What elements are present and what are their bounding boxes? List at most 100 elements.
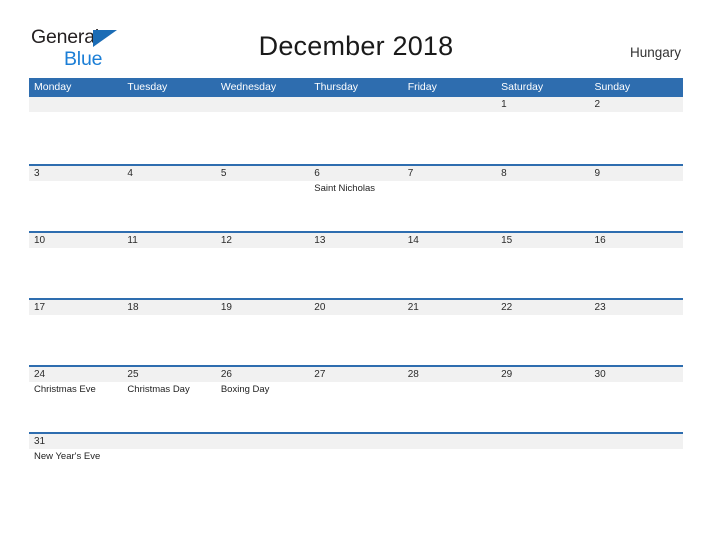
day-number[interactable]: [122, 97, 215, 112]
day-number[interactable]: 6: [309, 166, 402, 181]
day-event[interactable]: [309, 315, 402, 365]
day-number[interactable]: 26: [216, 367, 309, 382]
day-number[interactable]: 5: [216, 166, 309, 181]
day-event[interactable]: [496, 181, 589, 231]
day-number[interactable]: [403, 97, 496, 112]
day-event[interactable]: [496, 449, 589, 499]
day-event[interactable]: [29, 315, 122, 365]
day-event[interactable]: [29, 248, 122, 298]
day-number[interactable]: 7: [403, 166, 496, 181]
day-event[interactable]: Christmas Day: [122, 382, 215, 432]
day-event[interactable]: [403, 382, 496, 432]
day-number[interactable]: 19: [216, 300, 309, 315]
day-number[interactable]: [309, 97, 402, 112]
day-event[interactable]: [122, 315, 215, 365]
day-event[interactable]: [122, 112, 215, 162]
day-number[interactable]: 8: [496, 166, 589, 181]
day-event[interactable]: [590, 382, 683, 432]
day-number[interactable]: 2: [590, 97, 683, 112]
day-number[interactable]: 29: [496, 367, 589, 382]
weekday-tuesday: Tuesday: [127, 81, 168, 93]
day-number[interactable]: 18: [122, 300, 215, 315]
day-number[interactable]: 28: [403, 367, 496, 382]
day-event[interactable]: [590, 112, 683, 162]
day-number[interactable]: [29, 97, 122, 112]
day-event[interactable]: [590, 248, 683, 298]
day-event[interactable]: [122, 181, 215, 231]
week-number-row: 31: [29, 434, 683, 449]
day-number[interactable]: 16: [590, 233, 683, 248]
week-number-row: 17 18 19 20 21 22 23: [29, 300, 683, 315]
week-row: 17 18 19 20 21 22 23: [29, 298, 683, 365]
day-event[interactable]: Christmas Eve: [29, 382, 122, 432]
day-number[interactable]: 11: [122, 233, 215, 248]
day-event[interactable]: [403, 181, 496, 231]
day-event[interactable]: [122, 449, 215, 499]
weekday-saturday: Saturday: [501, 81, 544, 93]
day-number[interactable]: 12: [216, 233, 309, 248]
day-event[interactable]: [496, 248, 589, 298]
day-event[interactable]: [496, 315, 589, 365]
week-row: 1 2: [29, 97, 683, 164]
week-row: 10 11 12 13 14 15 16: [29, 231, 683, 298]
day-number[interactable]: 31: [29, 434, 122, 449]
day-number[interactable]: [216, 434, 309, 449]
day-event[interactable]: [403, 315, 496, 365]
day-number[interactable]: [122, 434, 215, 449]
day-event[interactable]: Boxing Day: [216, 382, 309, 432]
day-number[interactable]: 17: [29, 300, 122, 315]
day-number[interactable]: 9: [590, 166, 683, 181]
day-event[interactable]: Saint Nicholas: [309, 181, 402, 231]
day-event[interactable]: [216, 248, 309, 298]
day-event[interactable]: [216, 181, 309, 231]
day-number[interactable]: [309, 434, 402, 449]
day-number[interactable]: 23: [590, 300, 683, 315]
day-number[interactable]: 21: [403, 300, 496, 315]
day-number[interactable]: 24: [29, 367, 122, 382]
day-number[interactable]: 25: [122, 367, 215, 382]
week-event-row: [29, 112, 683, 162]
day-event[interactable]: [590, 181, 683, 231]
page-header: General Blue December 2018 Hungary: [0, 0, 712, 68]
day-number[interactable]: [403, 434, 496, 449]
day-event[interactable]: [216, 449, 309, 499]
weekday-thursday: Thursday: [314, 81, 359, 93]
day-number[interactable]: 30: [590, 367, 683, 382]
day-event[interactable]: New Year's Eve: [29, 449, 122, 499]
week-number-row: 3 4 5 6 7 8 9: [29, 166, 683, 181]
day-event[interactable]: [216, 112, 309, 162]
day-event[interactable]: [29, 112, 122, 162]
weekday-monday: Monday: [34, 81, 72, 93]
day-event[interactable]: [309, 382, 402, 432]
day-event[interactable]: [403, 449, 496, 499]
day-event[interactable]: [496, 112, 589, 162]
day-event[interactable]: [309, 449, 402, 499]
day-event[interactable]: [403, 112, 496, 162]
week-number-row: 10 11 12 13 14 15 16: [29, 233, 683, 248]
week-row: 24 25 26 27 28 29 30 Christmas Eve Chris…: [29, 365, 683, 432]
day-event[interactable]: [309, 248, 402, 298]
day-number[interactable]: 14: [403, 233, 496, 248]
day-event[interactable]: [403, 248, 496, 298]
day-event[interactable]: [216, 315, 309, 365]
calendar-grid: Monday Tuesday Wednesday Thursday Friday…: [29, 78, 683, 502]
day-number[interactable]: 13: [309, 233, 402, 248]
day-event[interactable]: [496, 382, 589, 432]
day-event[interactable]: [590, 315, 683, 365]
day-number[interactable]: 3: [29, 166, 122, 181]
day-event[interactable]: [122, 248, 215, 298]
day-event[interactable]: [29, 181, 122, 231]
day-event[interactable]: [309, 112, 402, 162]
day-number[interactable]: 4: [122, 166, 215, 181]
day-number[interactable]: [216, 97, 309, 112]
day-number[interactable]: 1: [496, 97, 589, 112]
day-event[interactable]: [590, 449, 683, 499]
day-number[interactable]: 22: [496, 300, 589, 315]
day-number[interactable]: 20: [309, 300, 402, 315]
day-number[interactable]: 10: [29, 233, 122, 248]
day-number[interactable]: [496, 434, 589, 449]
week-event-row: [29, 248, 683, 298]
day-number[interactable]: 15: [496, 233, 589, 248]
day-number[interactable]: 27: [309, 367, 402, 382]
day-number[interactable]: [590, 434, 683, 449]
